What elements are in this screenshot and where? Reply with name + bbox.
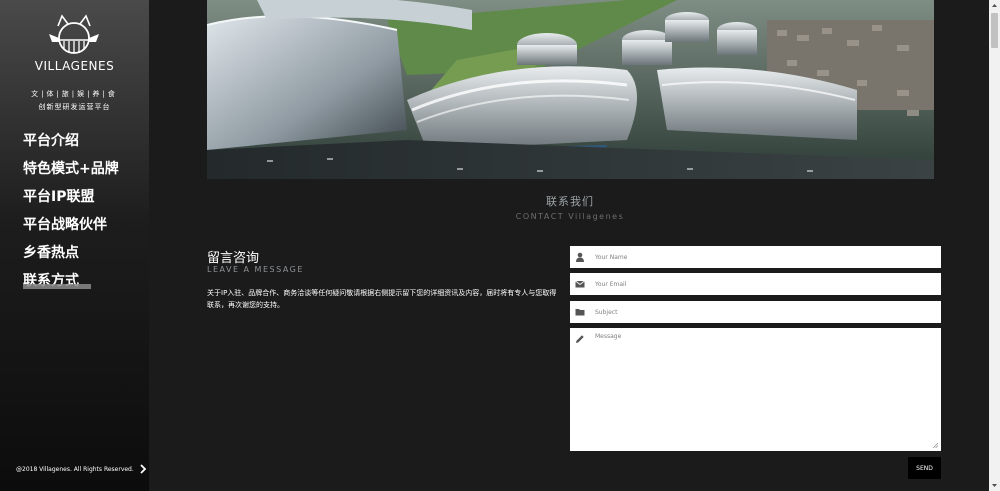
hero-image xyxy=(207,0,934,179)
message-textarea[interactable] xyxy=(595,333,935,443)
nav-item-partners[interactable]: 平台战略伙伴 xyxy=(23,215,119,243)
chevron-right-icon[interactable] xyxy=(138,463,148,475)
email-field-wrapper xyxy=(570,273,941,295)
brand-name: VILLAGENES xyxy=(34,59,115,73)
folder-icon xyxy=(575,309,585,316)
send-button[interactable]: SEND xyxy=(908,457,941,479)
scroll-down-icon[interactable] xyxy=(989,479,1000,491)
nav-item-contact[interactable]: 联系方式 xyxy=(23,271,119,299)
message-title: 留言咨询 xyxy=(207,251,260,266)
tagline-bottom: 创新型研发运营平台 xyxy=(38,103,111,111)
section-subtitle: CONTACT Villagenes xyxy=(515,212,625,221)
envelope-icon xyxy=(575,280,585,288)
user-icon xyxy=(576,252,584,262)
message-field-wrapper xyxy=(570,328,941,451)
main-nav: 平台介绍 特色模式+品牌 平台IP联盟 平台战略伙伴 乡香热点 联系方式 xyxy=(23,131,119,299)
sidebar: VILLAGENES 文|体|旅|娱|养|食 创新型研发运营平台 平台介绍 特色… xyxy=(0,0,149,491)
subject-input[interactable] xyxy=(595,301,935,323)
message-subtitle: LEAVE A MESSAGE xyxy=(207,265,304,274)
nav-item-model-brand[interactable]: 特色模式+品牌 xyxy=(23,159,119,187)
scroll-thumb[interactable] xyxy=(991,13,998,48)
tagline-top: 文|体|旅|娱|养|食 xyxy=(31,90,118,98)
section-title: 联系我们 xyxy=(546,195,594,208)
pencil-icon xyxy=(576,335,584,343)
nav-item-intro[interactable]: 平台介绍 xyxy=(23,131,119,159)
page-scrollbar[interactable] xyxy=(989,0,1000,491)
copyright-text: @2018 Villagenes. All Rights Reserved. xyxy=(16,466,134,473)
nav-item-hot-news[interactable]: 乡香热点 xyxy=(23,243,119,271)
email-input[interactable] xyxy=(595,273,935,295)
resize-handle-icon[interactable] xyxy=(932,442,938,448)
name-field-wrapper xyxy=(570,246,941,268)
message-body: 关于IP入驻、品牌合作、商务洽谈等任何疑问敬请根据右侧提示留下您的详细资讯及内容… xyxy=(207,289,557,309)
name-input[interactable] xyxy=(595,246,935,268)
nav-item-ip-alliance[interactable]: 平台IP联盟 xyxy=(23,187,119,215)
subject-field-wrapper xyxy=(570,301,941,323)
scroll-up-icon[interactable] xyxy=(989,0,1000,12)
